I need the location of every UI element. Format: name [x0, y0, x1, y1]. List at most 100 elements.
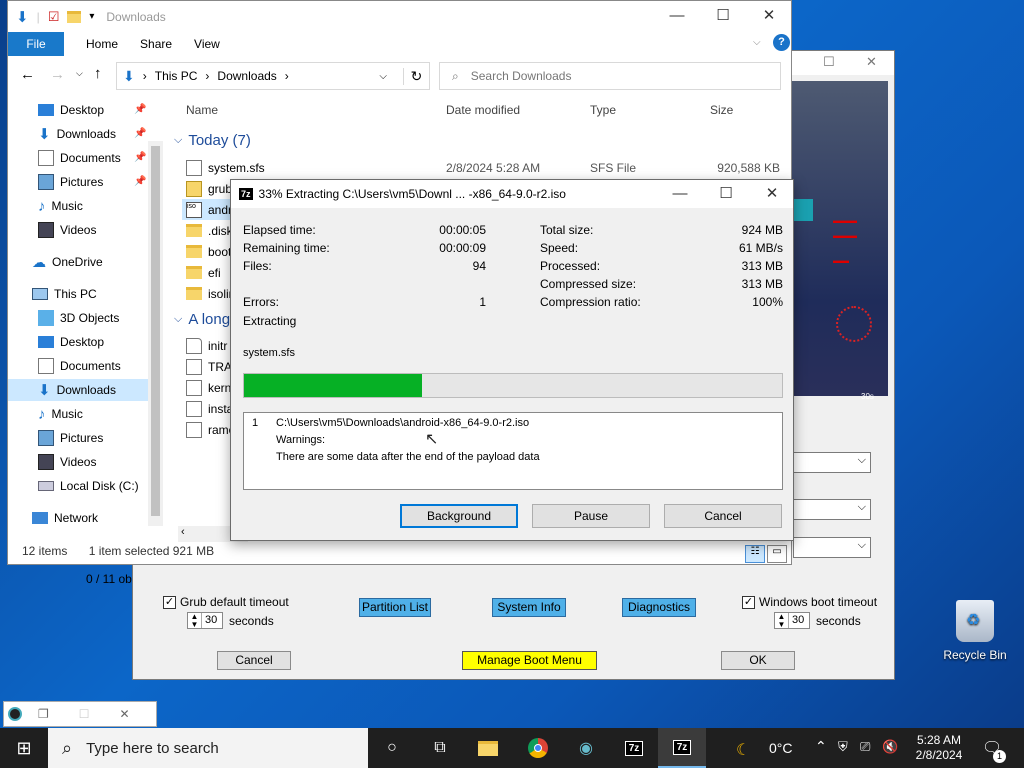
expand-ribbon-icon[interactable]: ⌵ — [753, 37, 761, 48]
recent-dropdown-icon[interactable]: ⌵ — [76, 68, 83, 79]
close-icon[interactable]: ✕ — [120, 707, 130, 721]
show-hidden-icons-icon[interactable]: ⌃ — [815, 738, 827, 755]
nav-item-pc-desktop[interactable]: Desktop — [38, 331, 104, 353]
file-row[interactable]: system.sfs 2/8/2024 5:28 AM SFS File 920,58… — [186, 157, 786, 178]
nav-item-local-disk[interactable]: Local Disk (C:) — [38, 475, 139, 497]
pin-icon[interactable]: 📌 — [134, 128, 146, 139]
tab-home[interactable]: Home — [86, 37, 118, 51]
nav-item-pc-documents[interactable]: Documents — [38, 355, 121, 377]
pin-icon[interactable]: 📌 — [134, 152, 146, 163]
diagnostics-button[interactable]: Diagnostics — [622, 598, 696, 617]
file-row-selected[interactable]: iso andr — [182, 199, 232, 220]
minimize-icon[interactable]: — — [657, 180, 703, 208]
address-dropdown-icon[interactable]: ⌵ — [379, 71, 387, 82]
group-header-long-ago[interactable]: ⌵ A long — [174, 311, 230, 328]
system-clock[interactable]: 5:28 AM 2/8/2024 — [904, 733, 974, 763]
boot-dropdown[interactable]: ⌵ — [793, 537, 871, 558]
scroll-left-icon[interactable]: ‹ — [181, 526, 185, 538]
temperature[interactable]: 0°C — [769, 740, 793, 756]
nav-item-this-pc[interactable]: This PC — [32, 283, 97, 305]
help-icon[interactable]: ? — [773, 34, 790, 51]
properties-icon[interactable]: ☑ — [48, 9, 60, 25]
7zip-taskbar-icon[interactable]: 7z — [610, 728, 658, 768]
security-icon[interactable]: ⛨ — [838, 739, 848, 755]
pin-icon[interactable]: 📌 — [134, 104, 146, 115]
breadcrumb-this-pc[interactable]: This PC — [155, 69, 198, 83]
maximize-icon[interactable]: ☐ — [700, 1, 746, 31]
nav-item-videos[interactable]: Videos — [38, 219, 96, 241]
quick-access-dropdown-icon[interactable]: ▾ — [89, 11, 94, 22]
taskbar-search[interactable]: ⌕ Type here to search — [48, 728, 368, 768]
up-arrow-icon[interactable]: ↑ — [94, 65, 102, 82]
chrome-icon[interactable] — [514, 728, 562, 768]
refresh-icon[interactable]: ↻ — [403, 67, 429, 85]
tab-share[interactable]: Share — [140, 37, 172, 51]
large-icons-view-icon[interactable]: ▭ — [767, 545, 787, 563]
nav-scrollbar[interactable] — [148, 141, 163, 526]
column-size[interactable]: Size — [710, 103, 733, 117]
volume-muted-icon[interactable]: 🔇 — [882, 739, 898, 755]
close-icon[interactable]: ✕ — [746, 1, 792, 31]
windows-timeout-spinner[interactable]: ▲ ▼ 30 seconds — [774, 612, 861, 629]
column-type[interactable]: Type — [590, 103, 616, 117]
nav-item-pc-downloads[interactable]: ⬇ Downloads — [8, 379, 148, 401]
file-explorer-taskbar-icon[interactable] — [464, 728, 512, 768]
nav-item-music[interactable]: ♪ Music — [38, 195, 83, 217]
download-arrow-icon[interactable]: ⬇ — [16, 8, 29, 26]
nav-item-pc-pictures[interactable]: Pictures — [38, 427, 103, 449]
recycle-bin-shortcut[interactable]: ♻ Recycle Bin — [940, 600, 1010, 662]
weather-icon[interactable]: ☾ — [736, 740, 750, 760]
search-input[interactable]: ⌕ Search Downloads — [439, 62, 781, 90]
nav-item-pc-videos[interactable]: Videos — [38, 451, 96, 473]
nav-item-onedrive[interactable]: ☁ OneDrive — [32, 251, 103, 273]
nav-item-pictures[interactable]: Pictures — [38, 171, 103, 193]
maximize-icon[interactable]: ☐ — [79, 707, 90, 721]
system-info-button[interactable]: System Info — [492, 598, 566, 617]
windows-start-icon[interactable]: ⊞ — [0, 728, 48, 768]
boot-cancel-button[interactable]: Cancel — [217, 651, 291, 670]
partition-list-button[interactable]: Partition List — [359, 598, 431, 617]
boot-manager-taskbar-icon[interactable]: ◉ — [562, 728, 610, 768]
address-bar[interactable]: ⬇ › This PC › Downloads › ⌵ ↻ — [116, 62, 430, 90]
column-date-modified[interactable]: Date modified — [446, 103, 520, 117]
windows-timeout-checkbox[interactable]: ✓ Windows boot timeout — [742, 595, 877, 609]
scrollbar-thumb[interactable] — [151, 146, 160, 516]
forward-arrow-icon[interactable]: → — [50, 66, 65, 83]
minimized-window-strip[interactable]: ❐ ☐ ✕ — [3, 701, 157, 727]
maximize-icon[interactable]: ☐ — [703, 180, 749, 208]
nav-item-desktop[interactable]: Desktop — [38, 99, 104, 121]
messages-list[interactable]: 1 C:\Users\vm5\Downloads\android-x86_64-… — [243, 412, 783, 490]
grub-timeout-spinner[interactable]: ▲ ▼ 30 seconds — [187, 612, 274, 629]
manage-boot-menu-button[interactable]: Manage Boot Menu — [462, 651, 597, 670]
details-view-icon[interactable]: ☷ — [745, 545, 765, 563]
background-button[interactable]: Background — [400, 504, 518, 528]
nav-item-3d-objects[interactable]: 3D Objects — [38, 307, 119, 329]
close-icon[interactable]: ✕ — [866, 54, 877, 70]
nav-item-downloads[interactable]: ⬇ Downloads — [38, 123, 116, 145]
grub-timeout-checkbox[interactable]: ✓ Grub default timeout — [163, 595, 289, 609]
pause-button[interactable]: Pause — [532, 504, 650, 528]
network-tray-icon[interactable]: ⎚ — [860, 739, 870, 755]
boot-ok-button[interactable]: OK — [721, 651, 795, 670]
nav-item-network[interactable]: Network — [32, 507, 98, 529]
cortana-icon[interactable]: ○ — [368, 728, 416, 768]
boot-dropdown[interactable]: ⌵ — [793, 452, 871, 473]
nav-item-pc-music[interactable]: ♪ Music — [38, 403, 83, 425]
nav-item-documents[interactable]: Documents — [38, 147, 121, 169]
minimize-icon[interactable]: — — [654, 1, 700, 31]
close-icon[interactable]: ✕ — [749, 180, 795, 208]
7zip-active-taskbar-icon[interactable]: 7z — [658, 728, 706, 768]
cancel-button[interactable]: Cancel — [664, 504, 782, 528]
column-name[interactable]: Name — [186, 103, 218, 117]
group-header-today[interactable]: ⌵ Today (7) — [174, 132, 251, 149]
tab-file[interactable]: File — [8, 32, 64, 56]
tab-view[interactable]: View — [194, 37, 220, 51]
boot-dropdown[interactable]: ⌵ — [793, 499, 871, 520]
new-folder-icon[interactable] — [67, 10, 82, 23]
task-view-icon[interactable]: ⧉ — [416, 728, 464, 768]
maximize-icon[interactable]: ☐ — [823, 54, 835, 70]
breadcrumb-downloads[interactable]: Downloads — [217, 69, 276, 83]
pin-icon[interactable]: 📌 — [134, 176, 146, 187]
restore-icon[interactable]: ❐ — [38, 707, 49, 721]
back-arrow-icon[interactable]: ← — [20, 66, 35, 83]
